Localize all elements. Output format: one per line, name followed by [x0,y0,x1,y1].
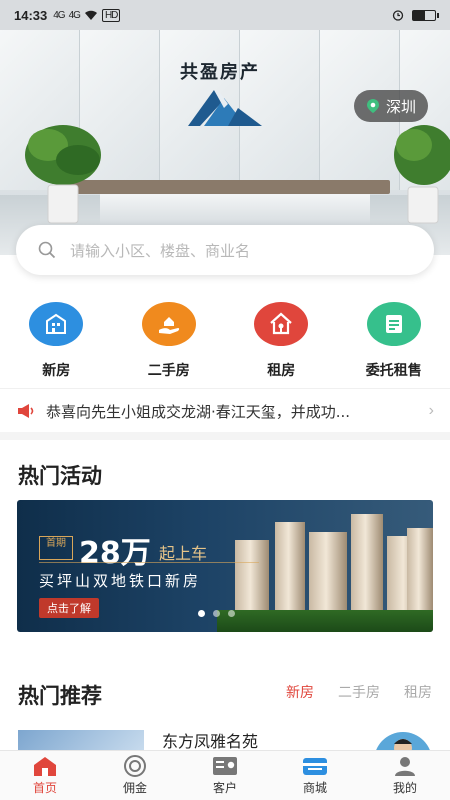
location-pin-icon [366,99,379,113]
tab-second-hand[interactable]: 二手房 [338,682,380,702]
nav-mall[interactable]: 商城 [270,751,360,800]
commission-coin-icon [124,755,146,777]
search-placeholder: 请输入小区、楼盘、商业名 [70,241,251,260]
alarm-icon [392,10,404,21]
new-house-icon [29,302,84,346]
tab-rent[interactable]: 租房 [404,682,432,702]
category-label: 新房 [42,363,71,379]
nav-home[interactable]: 首页 [0,751,90,800]
signal-icon: 4G [53,9,65,21]
category-label: 租房 [267,363,296,379]
megaphone-icon [18,404,34,418]
status-bar: 14:33 4G 4G HD [0,0,450,30]
promo-subtitle: 买坪山双地铁口新房 [39,572,202,590]
nav-label: 商城 [302,781,327,795]
promo-suffix: 起上车 [159,544,208,563]
nav-commission[interactable]: 佣金 [90,751,180,800]
carousel-dot[interactable] [213,610,220,617]
category-new-house[interactable]: 新房 [0,300,113,380]
plant-right-image [394,125,450,224]
recommend-item-title: 东方凤雅名苑 [162,732,259,751]
company-name: 共盈房产 [180,62,260,83]
recommend-tabs: 新房 二手房 租房 [286,682,432,702]
category-label: 二手房 [147,363,190,379]
banner[interactable]: 共盈房产 深圳 [0,30,450,255]
search-input[interactable]: 请输入小区、楼盘、商业名 [16,225,434,275]
nav-label: 客户 [212,781,237,795]
category-commission[interactable]: 委托租售 [338,300,450,380]
battery-icon [412,9,439,21]
nav-label: 佣金 [122,781,147,795]
plant-left-image [25,125,101,224]
hd-icon: HD [101,8,121,22]
mall-icon [303,758,327,775]
carousel-dot[interactable] [198,610,205,617]
search-icon [38,241,56,259]
category-second-hand[interactable]: 二手房 [113,300,226,380]
promo-amount: 28万 [79,536,151,571]
notice-text: 恭喜向先生小姐成交龙湖·春江天玺，并成功... [46,402,351,421]
category-row: 新房 二手房 租房 委托租售 [0,300,450,380]
home-icon [34,757,56,776]
notice-bar[interactable]: 恭喜向先生小姐成交龙湖·春江天玺，并成功... › [0,392,450,430]
promo-prefix: 首期 [39,536,73,560]
carousel-dots[interactable] [198,610,235,617]
category-rent[interactable]: 租房 [225,300,338,380]
carousel-dot[interactable] [228,610,235,617]
tab-new-house[interactable]: 新房 [286,682,314,702]
hot-activities-title: 热门活动 [18,464,102,488]
promo-learn-more-button[interactable]: 点击了解 [39,598,99,618]
status-time: 14:33 [14,7,48,23]
profile-icon [395,757,415,776]
nav-customer[interactable]: 客户 [180,751,270,800]
rent-house-icon [254,302,309,346]
chevron-right-icon: › [428,402,434,419]
commission-icon [366,302,421,346]
hot-recommend-title: 热门推荐 [18,684,102,708]
category-label: 委托租售 [365,363,422,379]
nav-label: 我的 [392,781,417,795]
bottom-nav: 首页 佣金 客户 商城 我的 [0,750,450,800]
city-label: 深圳 [385,98,416,116]
nav-profile[interactable]: 我的 [360,751,450,800]
signal-icon-2: 4G [68,9,81,21]
wifi-icon [84,10,97,20]
nav-label: 首页 [32,781,57,795]
city-selector[interactable]: 深圳 [353,90,428,122]
hand-house-icon [141,302,196,346]
recommend-item[interactable]: 东方凤雅名苑 [18,728,432,762]
customer-card-icon [213,757,237,775]
company-logo-icon [188,90,262,126]
